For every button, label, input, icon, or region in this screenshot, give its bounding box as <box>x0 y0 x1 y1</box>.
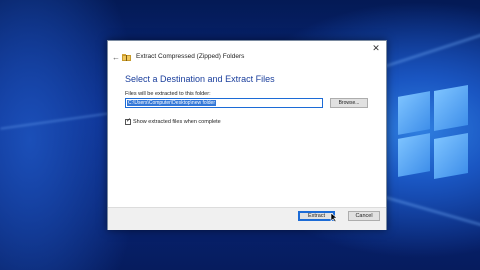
zipped-folder-icon <box>122 54 131 61</box>
destination-path-value: C:\Users\Computer\Desktop\new folder <box>127 100 216 106</box>
windows-logo <box>398 85 468 180</box>
back-arrow-icon[interactable]: ← <box>112 53 120 62</box>
dialog-content: ✕ ← Extract Compressed (Zipped) Folders … <box>108 41 386 207</box>
destination-label: Files will be extracted to this folder: <box>125 91 211 97</box>
extract-dialog: ✕ ← Extract Compressed (Zipped) Folders … <box>107 40 387 230</box>
show-files-label[interactable]: Show extracted files when complete <box>133 119 221 125</box>
check-icon: ✓ <box>126 118 132 124</box>
page-heading: Select a Destination and Extract Files <box>125 74 275 84</box>
destination-path-input[interactable]: C:\Users\Computer\Desktop\new folder <box>125 98 323 108</box>
mouse-pointer-icon <box>330 213 337 223</box>
show-files-checkbox[interactable]: ✓ <box>125 118 132 125</box>
browse-button[interactable]: Browse... <box>330 98 368 108</box>
dialog-footer <box>108 207 386 230</box>
light-beam <box>0 112 110 130</box>
dialog-title: Extract Compressed (Zipped) Folders <box>136 53 245 60</box>
cancel-button[interactable]: Cancel <box>348 211 380 221</box>
close-icon[interactable]: ✕ <box>370 42 382 54</box>
